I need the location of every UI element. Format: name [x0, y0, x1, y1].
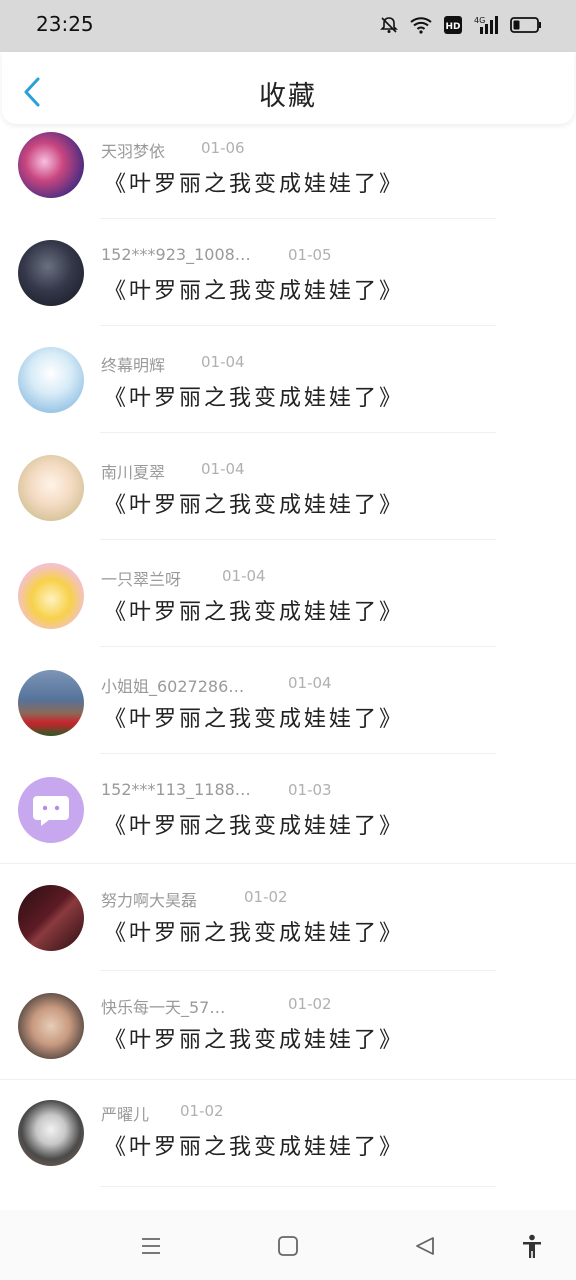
divider	[100, 970, 496, 971]
avatar[interactable]	[18, 240, 84, 306]
divider	[100, 432, 496, 433]
item-message[interactable]: 《叶罗丽之我变成娃娃了》	[104, 487, 404, 519]
home-square-icon	[278, 1236, 298, 1256]
username[interactable]: 努力啊大昊磊	[101, 887, 197, 911]
username[interactable]: 152***923_1008…	[101, 245, 251, 264]
item-message[interactable]: 《叶罗丽之我变成娃娃了》	[104, 380, 404, 412]
menu-button[interactable]	[139, 1234, 163, 1258]
divider	[0, 863, 576, 864]
avatar[interactable]	[18, 993, 84, 1059]
username[interactable]: 152***113_1188…	[101, 780, 251, 799]
item-message[interactable]: 《叶罗丽之我变成娃娃了》	[104, 273, 404, 305]
username[interactable]: 小姐姐_6027286…	[101, 673, 244, 697]
divider	[0, 1079, 576, 1080]
list-item[interactable]: 152***923_1008… 01-05 《叶罗丽之我变成娃娃了》	[0, 235, 576, 342]
hd-icon: HD	[442, 14, 464, 36]
list-item[interactable]: 终幕明辉 01-04 《叶罗丽之我变成娃娃了》	[0, 342, 576, 449]
accessibility-icon	[523, 1234, 541, 1258]
page-title: 收藏	[259, 81, 317, 112]
item-message[interactable]: 《叶罗丽之我变成娃娃了》	[104, 1022, 404, 1054]
avatar[interactable]	[18, 1100, 84, 1166]
item-date: 01-02	[244, 888, 288, 906]
list-item[interactable]: 小姐姐_6027286… 01-04 《叶罗丽之我变成娃娃了》	[0, 663, 576, 770]
divider	[100, 646, 496, 647]
avatar[interactable]	[18, 670, 84, 736]
item-message[interactable]: 《叶罗丽之我变成娃娃了》	[104, 808, 404, 840]
divider	[100, 325, 496, 326]
item-date: 01-04	[201, 460, 245, 478]
item-date: 01-06	[201, 139, 245, 157]
back-triangle-icon	[416, 1237, 434, 1255]
header: 收藏	[2, 52, 574, 124]
username[interactable]: 快乐每一天_57…	[101, 994, 225, 1018]
chat-bubble-icon	[33, 796, 69, 826]
avatar[interactable]	[18, 347, 84, 413]
item-message[interactable]: 《叶罗丽之我变成娃娃了》	[104, 594, 404, 626]
signal-4g-icon: 4G	[474, 14, 500, 36]
back-nav-button[interactable]	[413, 1234, 437, 1258]
list-item[interactable]: 南川夏翠 01-04 《叶罗丽之我变成娃娃了》	[0, 449, 576, 556]
item-message[interactable]: 《叶罗丽之我变成娃娃了》	[104, 701, 404, 733]
divider	[100, 1186, 496, 1187]
item-message[interactable]: 《叶罗丽之我变成娃娃了》	[104, 915, 404, 947]
username[interactable]: 天羽梦依	[101, 138, 165, 162]
username[interactable]: 终幕明辉	[101, 352, 165, 376]
accessibility-button[interactable]	[520, 1234, 544, 1258]
list-item[interactable]: 快乐每一天_57… 01-02 《叶罗丽之我变成娃娃了》	[0, 984, 576, 1091]
list-item[interactable]: 152***113_1188… 01-03 《叶罗丽之我变成娃娃了》	[0, 770, 576, 877]
net-label: 4G	[474, 16, 485, 25]
list-item[interactable]: 天羽梦依 01-06 《叶罗丽之我变成娃娃了》	[0, 128, 576, 235]
item-date: 01-02	[180, 1102, 224, 1120]
list-item[interactable]: 努力啊大昊磊 01-02 《叶罗丽之我变成娃娃了》	[0, 877, 576, 984]
username[interactable]: 严曜儿	[101, 1101, 149, 1125]
item-date: 01-03	[288, 781, 332, 799]
username[interactable]: 南川夏翠	[101, 459, 165, 483]
favorites-list: 天羽梦依 01-06 《叶罗丽之我变成娃娃了》 152***923_1008… …	[0, 128, 576, 1208]
wifi-icon	[410, 14, 432, 36]
status-time: 23:25	[36, 12, 94, 36]
item-date: 01-02	[288, 995, 332, 1013]
menu-icon	[142, 1238, 160, 1254]
list-item[interactable]: 严曜儿 01-02 《叶罗丽之我变成娃娃了》	[0, 1091, 576, 1198]
item-date: 01-04	[201, 353, 245, 371]
status-bar: 23:25 HD 4G	[0, 0, 576, 52]
item-date: 01-05	[288, 246, 332, 264]
avatar[interactable]	[18, 885, 84, 951]
item-date: 01-04	[288, 674, 332, 692]
bell-muted-icon	[378, 14, 400, 36]
list-item[interactable]: 一只翠兰呀 01-04 《叶罗丽之我变成娃娃了》	[0, 556, 576, 663]
avatar[interactable]	[18, 777, 84, 843]
avatar[interactable]	[18, 455, 84, 521]
system-nav-bar	[0, 1210, 576, 1280]
avatar[interactable]	[18, 563, 84, 629]
item-message[interactable]: 《叶罗丽之我变成娃娃了》	[104, 166, 404, 198]
divider	[100, 753, 496, 754]
item-date: 01-04	[222, 567, 266, 585]
username[interactable]: 一只翠兰呀	[101, 566, 181, 590]
avatar[interactable]	[18, 132, 84, 198]
item-message[interactable]: 《叶罗丽之我变成娃娃了》	[104, 1129, 404, 1161]
status-icons: HD 4G	[378, 14, 542, 36]
home-button[interactable]	[276, 1234, 300, 1258]
divider	[100, 218, 496, 219]
divider	[100, 539, 496, 540]
hd-label: HD	[445, 22, 460, 32]
battery-icon	[510, 14, 542, 36]
